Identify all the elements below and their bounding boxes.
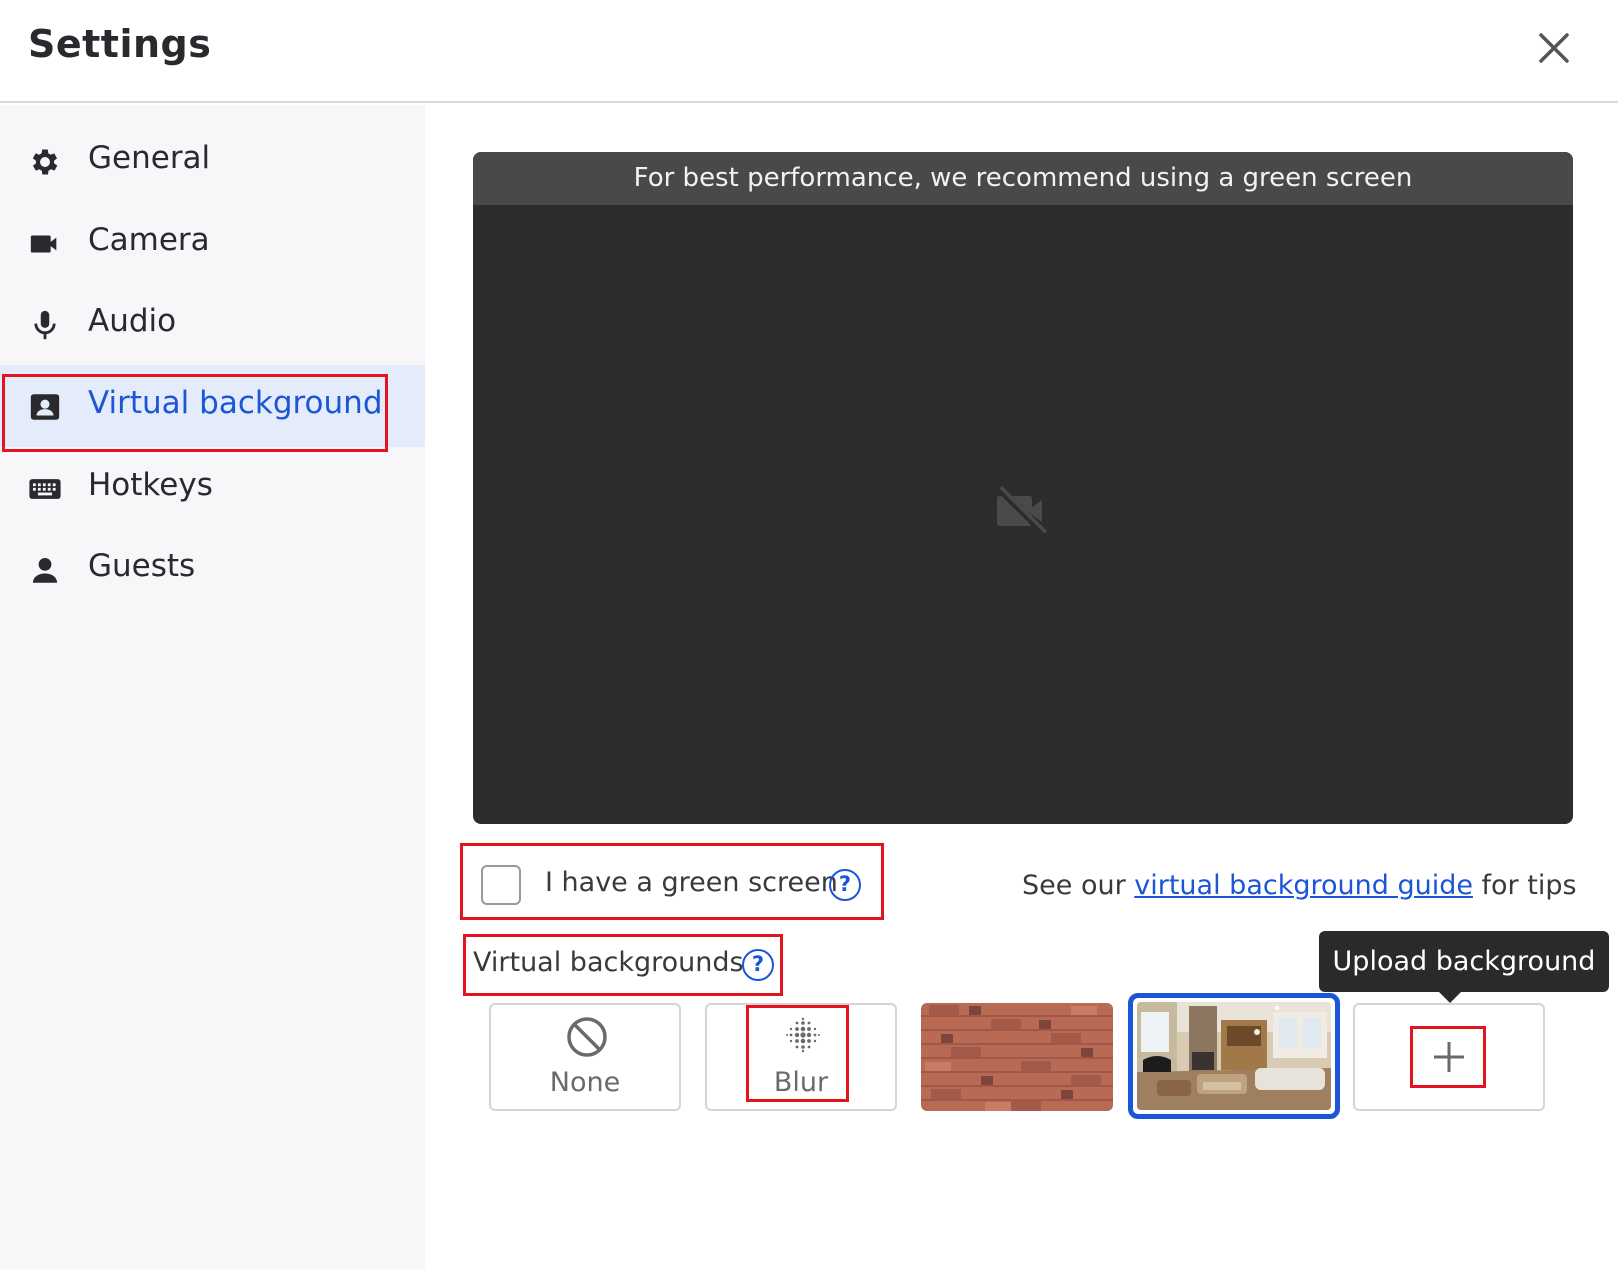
gear-icon bbox=[32, 149, 58, 175]
sidebar-item-audio[interactable]: Audio bbox=[0, 283, 425, 365]
option-label: Blur bbox=[773, 1067, 829, 1098]
sidebar-item-label: Guests bbox=[88, 548, 196, 584]
background-option-none[interactable]: None bbox=[489, 1003, 681, 1111]
virtual-backgrounds-title: Virtual backgrounds bbox=[473, 947, 744, 978]
preview-banner: For best performance, we recommend using… bbox=[473, 152, 1573, 205]
keyboard-icon bbox=[29, 479, 61, 499]
blur-dots-icon bbox=[786, 1017, 820, 1053]
plus-icon bbox=[1434, 1042, 1464, 1072]
video-camera-icon bbox=[30, 235, 57, 253]
sidebar-item-label: Camera bbox=[88, 222, 210, 258]
sidebar-item-virtual-background[interactable]: Virtual background bbox=[0, 365, 425, 447]
microphone-icon bbox=[34, 310, 56, 340]
camera-preview: For best performance, we recommend using… bbox=[473, 152, 1573, 824]
sidebar-item-label: Hotkeys bbox=[88, 467, 213, 503]
sidebar: General Camera Audio Virtual background bbox=[0, 105, 425, 1269]
tooltip-arrow bbox=[1438, 991, 1462, 1003]
tips-text: See our virtual background guide for tip… bbox=[1022, 870, 1577, 901]
person-icon bbox=[32, 557, 58, 583]
sidebar-item-guests[interactable]: Guests bbox=[0, 528, 425, 610]
upload-background-button[interactable] bbox=[1353, 1003, 1545, 1111]
settings-header: Settings bbox=[0, 0, 1618, 103]
virtual-backgrounds-help-icon[interactable]: ? bbox=[742, 949, 774, 981]
virtual-background-guide-link[interactable]: virtual background guide bbox=[1134, 870, 1473, 901]
close-button[interactable] bbox=[1532, 26, 1576, 70]
close-icon[interactable] bbox=[1532, 26, 1576, 70]
upload-background-tooltip: Upload background bbox=[1319, 931, 1609, 992]
sidebar-item-hotkeys[interactable]: Hotkeys bbox=[0, 447, 425, 529]
green-screen-help-icon[interactable]: ? bbox=[829, 869, 861, 901]
sidebar-item-label: Virtual background bbox=[88, 385, 383, 421]
sidebar-item-general[interactable]: General bbox=[0, 120, 425, 202]
option-label: None bbox=[549, 1067, 621, 1098]
contact-card-icon bbox=[30, 394, 60, 420]
brick-wall-image bbox=[921, 1003, 1113, 1111]
sidebar-item-label: Audio bbox=[88, 303, 177, 339]
sidebar-item-camera[interactable]: Camera bbox=[0, 202, 425, 284]
background-option-blur[interactable]: Blur bbox=[705, 1003, 897, 1111]
sidebar-item-label: General bbox=[88, 140, 211, 176]
page-title: Settings bbox=[28, 22, 212, 66]
background-option-brick-wall[interactable] bbox=[921, 1003, 1113, 1111]
background-option-living-room[interactable] bbox=[1128, 993, 1340, 1119]
green-screen-label: I have a green screen bbox=[545, 867, 838, 898]
green-screen-checkbox[interactable] bbox=[481, 865, 521, 905]
no-entry-icon bbox=[567, 1017, 607, 1057]
camera-off-icon bbox=[996, 485, 1048, 537]
living-room-image bbox=[1137, 1002, 1331, 1110]
